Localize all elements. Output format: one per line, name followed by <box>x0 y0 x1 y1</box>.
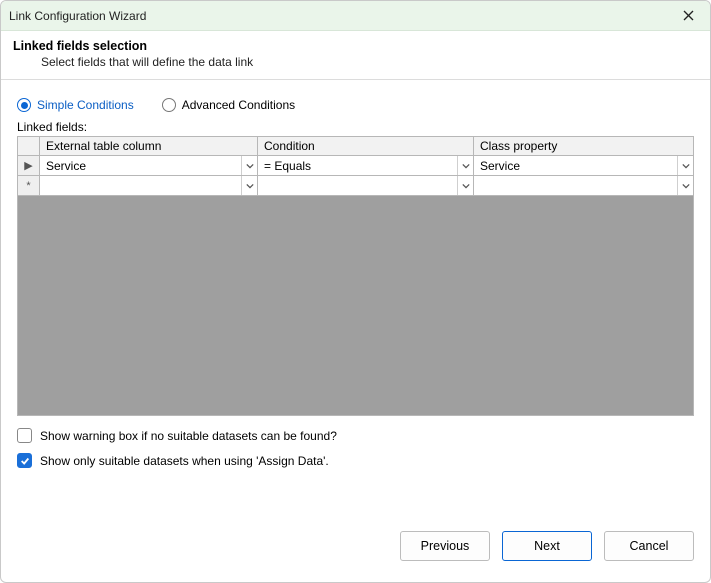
dialog-window: Link Configuration Wizard Linked fields … <box>0 0 711 583</box>
radio-dot-icon <box>162 98 176 112</box>
close-button[interactable] <box>674 5 702 27</box>
wizard-header: Linked fields selection Select fields th… <box>1 31 710 80</box>
cell-external-0[interactable]: Service <box>40 156 258 175</box>
page-subtitle: Select fields that will define the data … <box>13 55 698 69</box>
grid-corner <box>18 137 40 155</box>
row-marker[interactable]: * <box>18 176 40 195</box>
close-icon <box>683 10 694 21</box>
chevron-down-icon <box>246 162 254 170</box>
page-title: Linked fields selection <box>13 39 698 53</box>
cell-value: Service <box>40 159 241 173</box>
dropdown-toggle[interactable] <box>241 156 257 175</box>
dropdown-toggle[interactable] <box>241 176 257 195</box>
dropdown-toggle[interactable] <box>457 176 473 195</box>
dropdown-toggle[interactable] <box>457 156 473 175</box>
radio-dot-icon <box>17 98 31 112</box>
button-label: Cancel <box>630 539 669 553</box>
table-row: * <box>18 176 693 196</box>
chevron-down-icon <box>682 162 690 170</box>
cell-value: = Equals <box>258 159 457 173</box>
grid-header-row: External table column Condition Class pr… <box>18 137 693 156</box>
linked-fields-label: Linked fields: <box>17 120 694 134</box>
checkbox-box <box>17 453 32 468</box>
next-button[interactable]: Next <box>502 531 592 561</box>
chevron-down-icon <box>682 182 690 190</box>
col-condition[interactable]: Condition <box>258 137 474 155</box>
radio-advanced-conditions[interactable]: Advanced Conditions <box>162 98 295 112</box>
col-external[interactable]: External table column <box>40 137 258 155</box>
content-area: Simple Conditions Advanced Conditions Li… <box>1 80 710 522</box>
dropdown-toggle[interactable] <box>677 156 693 175</box>
radio-advanced-label: Advanced Conditions <box>182 98 295 112</box>
checkbox-label: Show warning box if no suitable datasets… <box>40 429 337 443</box>
wizard-footer: Previous Next Cancel <box>1 522 710 582</box>
condition-mode-radios: Simple Conditions Advanced Conditions <box>17 98 694 112</box>
cancel-button[interactable]: Cancel <box>604 531 694 561</box>
chevron-down-icon <box>462 182 470 190</box>
grid-empty-area <box>18 196 693 415</box>
button-label: Previous <box>421 539 470 553</box>
radio-simple-label: Simple Conditions <box>37 98 134 112</box>
button-label: Next <box>534 539 560 553</box>
table-row: ▶ Service = Equals Service <box>18 156 693 176</box>
linked-fields-grid: External table column Condition Class pr… <box>17 136 694 416</box>
cell-condition-0[interactable]: = Equals <box>258 156 474 175</box>
cell-value: Service <box>474 159 677 173</box>
dropdown-toggle[interactable] <box>677 176 693 195</box>
checkbox-show-suitable[interactable]: Show only suitable datasets when using '… <box>17 453 694 468</box>
radio-simple-conditions[interactable]: Simple Conditions <box>17 98 134 112</box>
check-icon <box>20 456 30 466</box>
row-marker[interactable]: ▶ <box>18 156 40 175</box>
cell-classprop-0[interactable]: Service <box>474 156 693 175</box>
cell-condition-1[interactable] <box>258 176 474 195</box>
chevron-down-icon <box>462 162 470 170</box>
checkbox-label: Show only suitable datasets when using '… <box>40 454 329 468</box>
checkbox-show-warning[interactable]: Show warning box if no suitable datasets… <box>17 428 694 443</box>
checkbox-box <box>17 428 32 443</box>
chevron-down-icon <box>246 182 254 190</box>
title-bar: Link Configuration Wizard <box>1 1 710 31</box>
cell-external-1[interactable] <box>40 176 258 195</box>
previous-button[interactable]: Previous <box>400 531 490 561</box>
options-area: Show warning box if no suitable datasets… <box>17 428 694 468</box>
col-class-property[interactable]: Class property <box>474 137 693 155</box>
cell-classprop-1[interactable] <box>474 176 693 195</box>
window-title: Link Configuration Wizard <box>9 9 674 23</box>
